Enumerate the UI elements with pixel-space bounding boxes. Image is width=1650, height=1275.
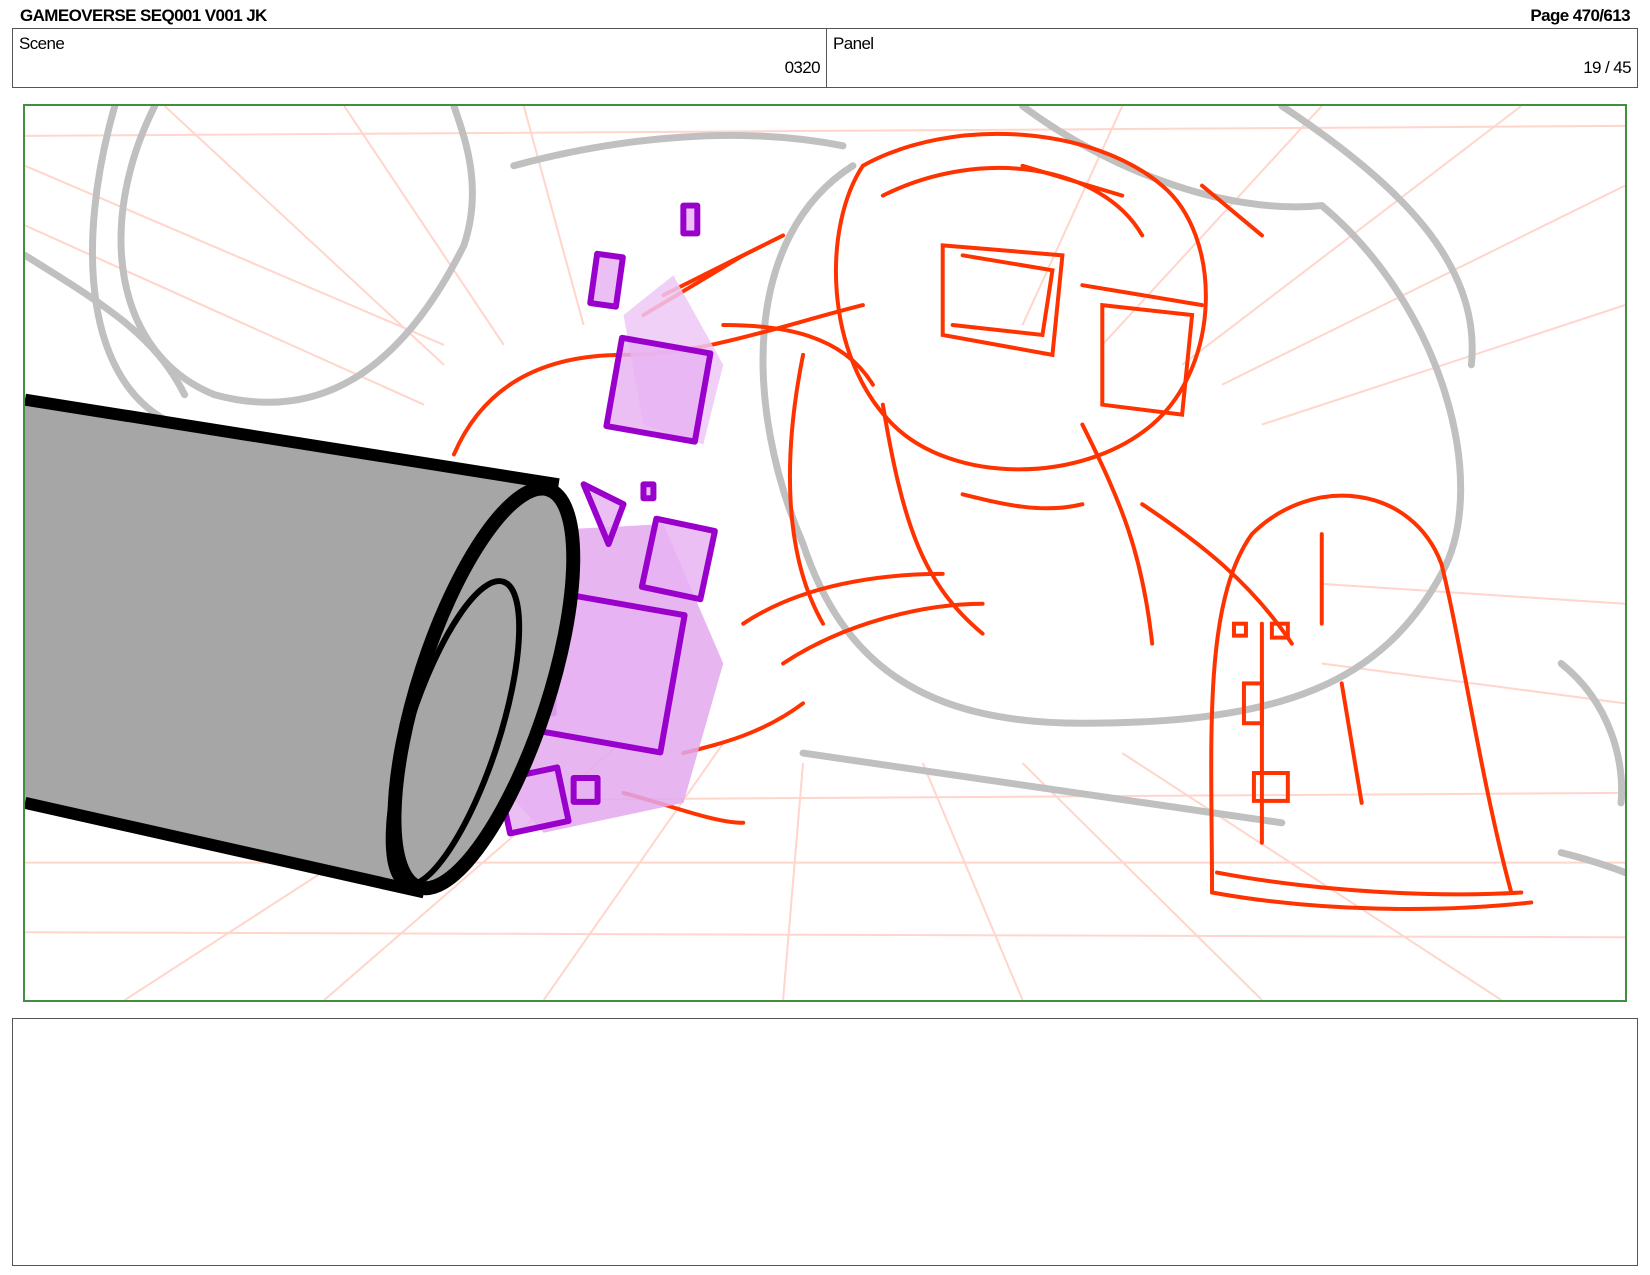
- scene-label: Scene: [19, 34, 65, 53]
- panel-label: Panel: [833, 34, 874, 53]
- scene-panel-info-bar: Scene 0320 Panel 19 / 45: [12, 28, 1638, 88]
- panel-number: 19 / 45: [1583, 58, 1631, 77]
- panel-notes-box: [12, 1018, 1638, 1266]
- storyboard-sketch: [25, 106, 1625, 1000]
- storyboard-panel-frame: [23, 104, 1627, 1002]
- page-number: Page 470/613: [1530, 6, 1630, 25]
- scene-number: 0320: [784, 58, 821, 77]
- scene-cell: Scene 0320: [13, 29, 827, 87]
- document-title: GAMEOVERSE SEQ001 V001 JK: [20, 6, 267, 25]
- dome-object-sketch: [1209, 493, 1534, 911]
- panel-cell: Panel 19 / 45: [827, 29, 1637, 87]
